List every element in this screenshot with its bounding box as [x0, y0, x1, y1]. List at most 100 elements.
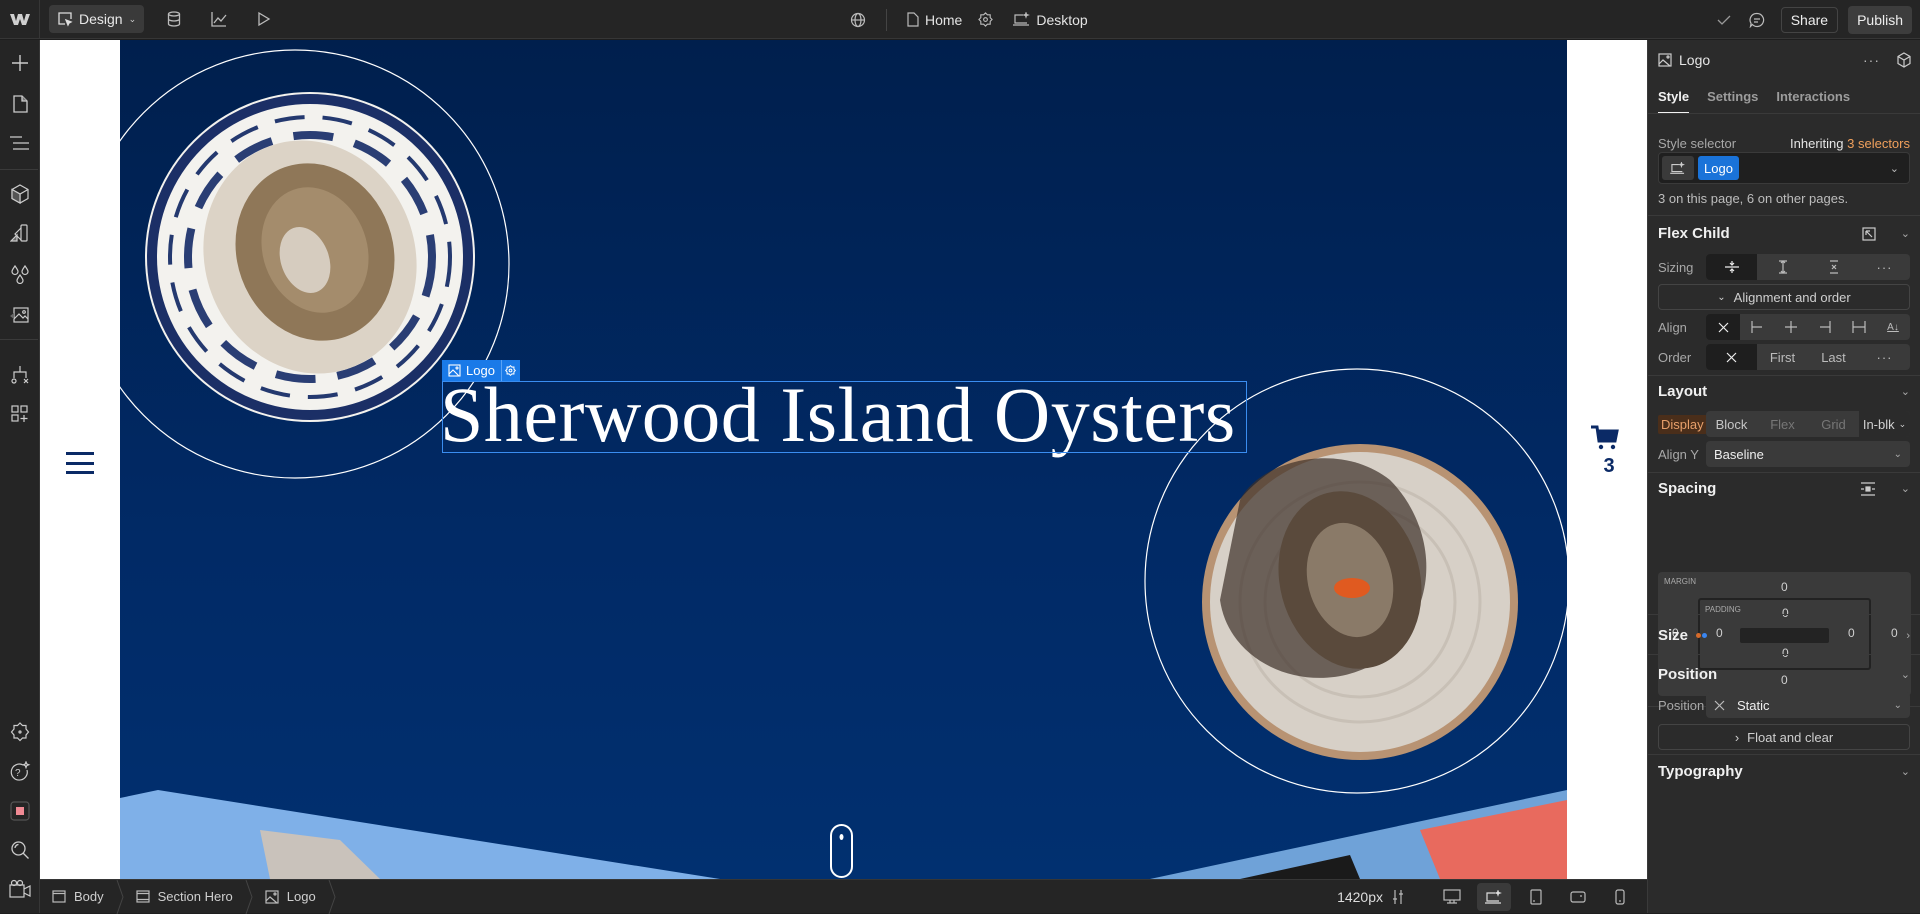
display-inline-block-dropdown[interactable]: In-blk ⌄ [1859, 411, 1910, 437]
align-y-select[interactable]: Baseline ⌄ [1706, 441, 1910, 467]
align-end-icon[interactable] [1808, 314, 1842, 340]
components-icon[interactable] [8, 182, 32, 206]
cart-button[interactable]: 3 [1589, 425, 1629, 478]
cms-database-icon[interactable] [159, 4, 189, 34]
record-icon[interactable] [8, 799, 32, 823]
spacing-mode-icon[interactable] [1860, 481, 1876, 496]
selector-field[interactable]: Logo ⌄ [1658, 152, 1910, 184]
section-hero[interactable]: Sherwood Island Oysters Logo [120, 40, 1567, 879]
body-icon [52, 890, 66, 903]
width-adjust-icon[interactable] [1391, 889, 1405, 905]
video-icon[interactable] [8, 877, 32, 901]
inheriting-count: 3 selectors [1847, 136, 1910, 151]
selector-chip-logo[interactable]: Logo [1698, 156, 1739, 180]
breadcrumb-item-body[interactable]: Body [40, 880, 116, 914]
search-icon[interactable] [8, 838, 32, 862]
add-icon[interactable] [8, 51, 32, 75]
styles-icon[interactable] [8, 222, 32, 246]
align-stretch-icon[interactable] [1842, 314, 1876, 340]
assets-icon[interactable] [8, 302, 32, 326]
apps-icon[interactable] [8, 402, 32, 426]
order-more-icon[interactable]: ··· [1859, 344, 1910, 370]
divider [1648, 375, 1920, 376]
chevron-down-icon[interactable]: ⌄ [1901, 482, 1910, 495]
sizing-none-icon[interactable] [1808, 254, 1859, 280]
help-ai-icon[interactable]: ? [8, 760, 32, 784]
order-last-button[interactable]: Last [1808, 344, 1859, 370]
selected-element-name: Logo [466, 363, 495, 378]
position-select[interactable]: Static ⌄ [1706, 692, 1910, 718]
checkmark-icon[interactable] [1717, 14, 1731, 26]
display-block-button[interactable]: Block [1706, 411, 1757, 437]
position-header[interactable]: Position ⌄ [1658, 666, 1910, 683]
flex-child-header[interactable]: Flex Child ⌄ [1658, 225, 1910, 242]
publish-button[interactable]: Publish [1848, 5, 1912, 34]
breakpoint-tablet[interactable] [1519, 883, 1553, 911]
breadcrumb-item-logo[interactable]: Logo [253, 880, 328, 914]
selected-element-tag[interactable]: Logo [442, 360, 520, 381]
breakpoint-selector[interactable]: Desktop [1013, 12, 1088, 28]
settings-gear-icon[interactable] [978, 12, 994, 27]
spacing-header[interactable]: Spacing ⌄ [1658, 480, 1910, 497]
display-grid-button[interactable]: Grid [1808, 411, 1859, 437]
webflow-logo-icon[interactable] [0, 0, 40, 39]
padding-bottom-value[interactable]: 0 [1782, 646, 1789, 660]
order-first-button[interactable]: First [1757, 344, 1808, 370]
analyze-chart-icon[interactable] [204, 4, 234, 34]
sizing-shrink-icon[interactable] [1706, 254, 1757, 280]
chevron-down-icon[interactable]: ⌄ [1901, 765, 1910, 778]
variables-icon[interactable] [8, 262, 32, 286]
chevron-down-icon[interactable]: ⌄ [1901, 385, 1910, 398]
alignment-and-order-toggle[interactable]: ⌄ Alignment and order [1658, 284, 1910, 310]
canvas-width-readout[interactable]: 1420px [1337, 889, 1383, 905]
size-header[interactable]: Size › [1658, 627, 1910, 644]
inheriting-info[interactable]: Inheriting 3 selectors [1790, 136, 1910, 151]
preview-play-icon[interactable] [249, 4, 279, 34]
pages-icon[interactable] [8, 92, 32, 116]
breakpoint-large-desktop[interactable] [1435, 883, 1469, 911]
breakpoint-mobile-portrait[interactable] [1603, 883, 1637, 911]
margin-top-value[interactable]: 0 [1781, 580, 1788, 594]
sizing-more-icon[interactable]: ··· [1859, 254, 1910, 280]
design-mode-button[interactable]: Design ⌄ [49, 5, 145, 33]
sizing-grow-icon[interactable] [1757, 254, 1808, 280]
tab-style[interactable]: Style [1658, 89, 1690, 113]
globe-icon[interactable] [850, 12, 866, 28]
style-selector-label: Style selector [1658, 136, 1737, 151]
align-baseline-icon[interactable]: A↓ [1876, 314, 1910, 340]
tab-settings[interactable]: Settings [1707, 89, 1758, 104]
order-none-icon[interactable] [1706, 344, 1757, 370]
element-settings-gear-icon[interactable] [502, 365, 520, 376]
chevron-down-icon[interactable]: ⌄ [1901, 227, 1910, 240]
section-title: Layout [1658, 383, 1708, 400]
breakpoint-desktop[interactable] [1477, 883, 1511, 911]
hamburger-menu-icon[interactable] [66, 452, 94, 474]
tab-interactions[interactable]: Interactions [1776, 89, 1850, 104]
chevron-down-icon: ⌄ [1898, 418, 1907, 429]
layout-header[interactable]: Layout ⌄ [1658, 383, 1910, 400]
align-none-icon[interactable] [1706, 314, 1740, 340]
breakpoint-state-icon[interactable] [1662, 156, 1694, 180]
chevron-down-icon[interactable]: ⌄ [1901, 668, 1910, 681]
typography-header[interactable]: Typography ⌄ [1658, 763, 1910, 780]
chevron-down-icon[interactable]: ⌄ [1890, 162, 1899, 175]
settings-icon[interactable] [8, 720, 32, 744]
chevron-right-icon [245, 879, 253, 914]
breadcrumb-item-section-hero[interactable]: Section Hero [124, 880, 245, 914]
page-selector[interactable]: Home [907, 12, 962, 28]
logic-icon[interactable] [8, 363, 32, 387]
align-start-icon[interactable] [1740, 314, 1774, 340]
more-options-icon[interactable]: ··· [1863, 52, 1880, 68]
navigator-icon[interactable] [8, 131, 32, 155]
parent-flex-icon[interactable] [1862, 226, 1876, 241]
padding-top-value[interactable]: 0 [1782, 606, 1789, 620]
design-canvas[interactable]: Sherwood Island Oysters Logo 3 [40, 40, 1647, 879]
comment-icon[interactable] [1749, 12, 1765, 28]
create-component-icon[interactable] [1896, 52, 1912, 68]
float-and-clear-toggle[interactable]: › Float and clear [1658, 724, 1910, 750]
align-center-icon[interactable] [1774, 314, 1808, 340]
share-button[interactable]: Share [1780, 6, 1839, 33]
chevron-right-icon[interactable]: › [1906, 630, 1910, 642]
display-flex-button[interactable]: Flex [1757, 411, 1808, 437]
breakpoint-mobile-landscape[interactable] [1561, 883, 1595, 911]
